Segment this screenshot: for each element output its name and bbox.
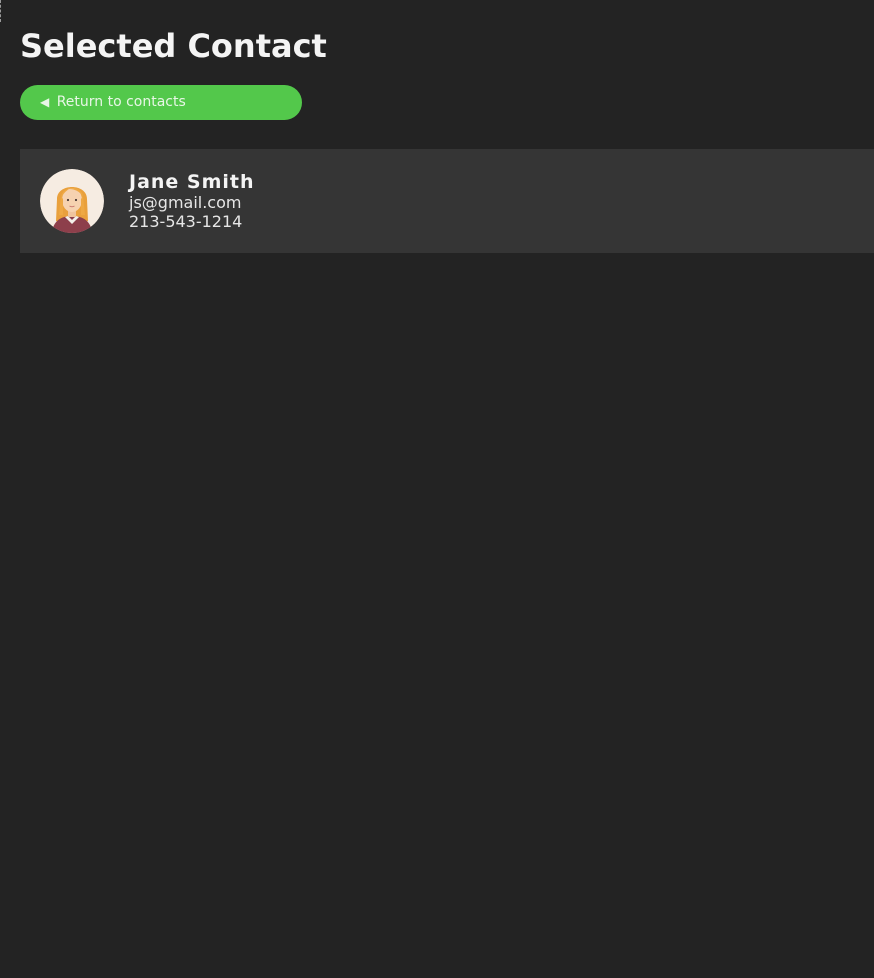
contact-name: Jane Smith bbox=[129, 171, 255, 193]
page-title: Selected Contact bbox=[20, 27, 327, 65]
return-to-contacts-label: Return to contacts bbox=[56, 94, 186, 110]
edge-marker bbox=[0, 0, 3, 22]
contact-phone: 213-543-1214 bbox=[129, 212, 243, 231]
back-arrow-icon: ◀ bbox=[40, 95, 50, 109]
contact-email: js@gmail.com bbox=[129, 193, 242, 212]
contact-details: Jane Smith js@gmail.com 213-543-1214 bbox=[129, 171, 255, 231]
return-to-contacts-button[interactable]: ◀ Return to contacts bbox=[20, 85, 302, 120]
selected-contact-page: Selected Contact ◀ Return to contacts Ja… bbox=[0, 0, 874, 978]
contact-card: Jane Smith js@gmail.com 213-543-1214 bbox=[20, 149, 874, 253]
woman-avatar-icon bbox=[40, 169, 104, 233]
avatar bbox=[40, 169, 104, 233]
